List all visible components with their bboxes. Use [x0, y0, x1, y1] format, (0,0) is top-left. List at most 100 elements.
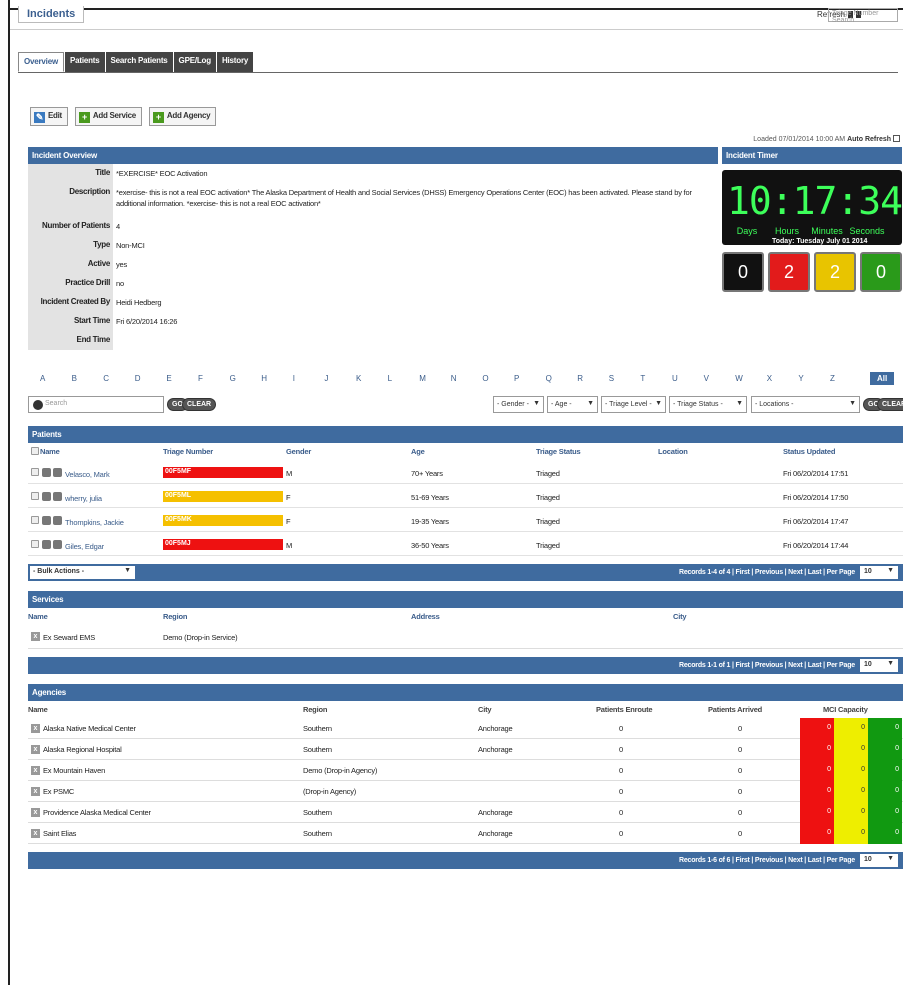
- alpha-filter-f[interactable]: F: [198, 374, 203, 383]
- alpha-filter-y[interactable]: Y: [798, 374, 803, 383]
- last-page-link[interactable]: Last: [808, 662, 822, 669]
- alpha-filter-k[interactable]: K: [356, 374, 361, 383]
- alpha-filter-o[interactable]: O: [482, 374, 488, 383]
- view-icon[interactable]: [42, 468, 51, 477]
- locations-select[interactable]: - Locations - ▼: [751, 396, 860, 413]
- alpha-filter-s[interactable]: S: [609, 374, 614, 383]
- alpha-filter-d[interactable]: D: [135, 374, 141, 383]
- alpha-filter-u[interactable]: U: [672, 374, 678, 383]
- view-icon[interactable]: [42, 540, 51, 549]
- age-select[interactable]: - Age - ▼: [547, 396, 598, 413]
- agencies-column-header[interactable]: MCI Capacity: [823, 705, 868, 714]
- alpha-filter-e[interactable]: E: [166, 374, 171, 383]
- patient-row[interactable]: Thompkins, Jackie 00F5MK F 19-35 Years Triag…: [28, 508, 903, 532]
- patient-row[interactable]: Giles, Edgar 00F5MJ M 36-50 Years Triaged Fri…: [28, 532, 903, 556]
- last-page-link[interactable]: Last: [808, 569, 822, 576]
- services-column-header[interactable]: Region: [163, 612, 187, 621]
- triage-number-badge[interactable]: 00F5ML: [163, 491, 283, 502]
- alpha-filter-m[interactable]: M: [419, 374, 426, 383]
- alpha-filter-x[interactable]: X: [767, 374, 772, 383]
- next-page-link[interactable]: Next: [788, 662, 803, 669]
- per-page-select[interactable]: 10 ▼: [860, 659, 898, 672]
- remove-icon[interactable]: x: [31, 829, 40, 838]
- remove-icon[interactable]: x: [31, 745, 40, 754]
- triage-status-select[interactable]: - Triage Status - ▼: [669, 396, 747, 413]
- triage-number-badge[interactable]: 00F5MJ: [163, 539, 283, 550]
- tab-history[interactable]: History: [216, 52, 254, 72]
- agencies-column-header[interactable]: Patients Enroute: [596, 705, 653, 714]
- edit-button[interactable]: ✎ Edit: [30, 107, 68, 126]
- patient-search-input[interactable]: Search: [28, 396, 164, 413]
- edit-icon[interactable]: [53, 492, 62, 501]
- alpha-filter-l[interactable]: L: [388, 374, 392, 383]
- last-page-link[interactable]: Last: [808, 857, 822, 864]
- agencies-column-header[interactable]: City: [478, 705, 492, 714]
- alpha-filter-q[interactable]: Q: [546, 374, 552, 383]
- remove-icon[interactable]: x: [31, 787, 40, 796]
- alpha-filter-a[interactable]: A: [40, 374, 45, 383]
- clear-button[interactable]: CLEAR: [877, 398, 903, 411]
- row-checkbox[interactable]: [31, 516, 39, 524]
- agencies-column-header[interactable]: Patients Arrived: [708, 705, 762, 714]
- patient-name-link[interactable]: Giles, Edgar: [65, 542, 104, 551]
- previous-page-link[interactable]: Previous: [755, 662, 783, 669]
- add-service-button[interactable]: + Add Service: [74, 107, 142, 126]
- patients-column-header[interactable]: Status Updated: [783, 447, 835, 456]
- agencies-column-header[interactable]: Name: [28, 705, 48, 714]
- services-column-header[interactable]: Address: [411, 612, 440, 621]
- patient-row[interactable]: Velasco, Mark 00F5MF M 70+ Years Triaged Fri …: [28, 460, 903, 484]
- patient-name-link[interactable]: Thompkins, Jackie: [65, 518, 124, 527]
- alpha-filter-z[interactable]: Z: [830, 374, 835, 383]
- alpha-filter-w[interactable]: W: [735, 374, 743, 383]
- triage-level-select[interactable]: - Triage Level - ▼: [601, 396, 666, 413]
- patients-column-header[interactable]: Gender: [286, 447, 311, 456]
- triage-number-badge[interactable]: 00F5MK: [163, 515, 283, 526]
- first-page-link[interactable]: First: [736, 662, 750, 669]
- alpha-filter-v[interactable]: V: [704, 374, 709, 383]
- patients-column-header[interactable]: Triage Number: [163, 447, 213, 456]
- alpha-filter-p[interactable]: P: [514, 374, 519, 383]
- alpha-filter-r[interactable]: R: [577, 374, 583, 383]
- patients-column-header[interactable]: Name: [40, 447, 60, 456]
- alpha-filter-n[interactable]: N: [451, 374, 457, 383]
- tab-overview[interactable]: Overview: [18, 52, 64, 72]
- view-icon[interactable]: [42, 492, 51, 501]
- tab-gpe-log[interactable]: GPE/Log: [173, 52, 216, 72]
- alpha-filter-all[interactable]: All: [870, 372, 895, 385]
- edit-icon[interactable]: [53, 516, 62, 525]
- alpha-filter-t[interactable]: T: [640, 374, 645, 383]
- patient-row[interactable]: wherry, julia 00F5ML F 51-69 Years Triaged Fr…: [28, 484, 903, 508]
- remove-icon[interactable]: x: [31, 808, 40, 817]
- remove-icon[interactable]: x: [31, 632, 40, 641]
- row-checkbox[interactable]: [31, 492, 39, 500]
- tab-patients[interactable]: Patients: [64, 52, 105, 72]
- gender-select[interactable]: - Gender - ▼: [493, 396, 544, 413]
- agencies-column-header[interactable]: Region: [303, 705, 327, 714]
- triage-number-badge[interactable]: 00F5MF: [163, 467, 283, 478]
- previous-page-link[interactable]: Previous: [755, 857, 783, 864]
- alpha-filter-b[interactable]: B: [72, 374, 77, 383]
- services-column-header[interactable]: City: [673, 612, 687, 621]
- add-agency-button[interactable]: + Add Agency: [148, 107, 217, 126]
- clear-button[interactable]: CLEAR: [182, 398, 217, 411]
- tab-search-patients[interactable]: Search Patients: [105, 52, 173, 72]
- first-page-link[interactable]: First: [736, 569, 750, 576]
- alpha-filter-i[interactable]: I: [293, 374, 295, 383]
- per-page-select[interactable]: 10 ▼: [860, 854, 898, 867]
- alpha-filter-j[interactable]: J: [324, 374, 328, 383]
- alpha-filter-c[interactable]: C: [103, 374, 109, 383]
- auto-refresh-checkbox[interactable]: [893, 135, 900, 142]
- previous-page-link[interactable]: Previous: [755, 569, 783, 576]
- services-column-header[interactable]: Name: [28, 612, 48, 621]
- edit-icon[interactable]: [53, 468, 62, 477]
- patients-column-header[interactable]: Age: [411, 447, 425, 456]
- patients-column-header[interactable]: Location: [658, 447, 688, 456]
- triage-number-search-input[interactable]: Triage Number Search: [828, 8, 898, 24]
- first-page-link[interactable]: First: [736, 857, 750, 864]
- next-page-link[interactable]: Next: [788, 857, 803, 864]
- alpha-filter-h[interactable]: H: [261, 374, 267, 383]
- select-all-checkbox[interactable]: [31, 447, 39, 455]
- next-page-link[interactable]: Next: [788, 569, 803, 576]
- remove-icon[interactable]: x: [31, 724, 40, 733]
- row-checkbox[interactable]: [31, 540, 39, 548]
